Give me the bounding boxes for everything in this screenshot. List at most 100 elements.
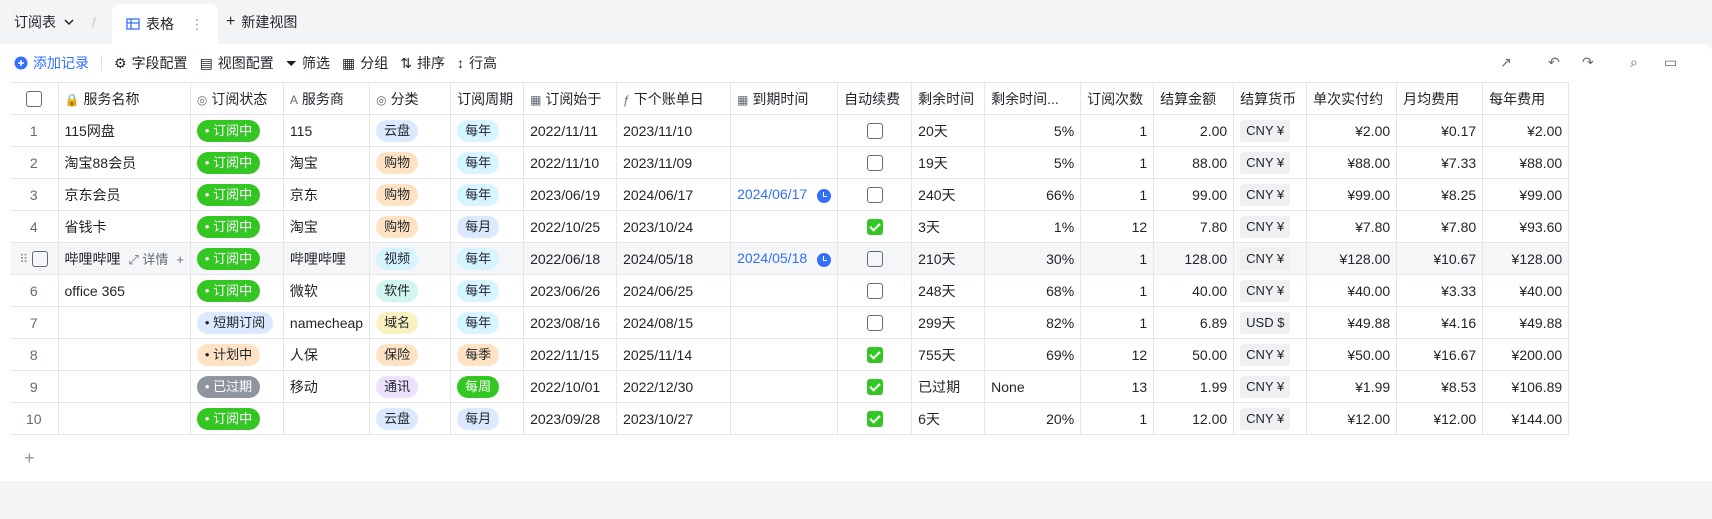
auto-renew-checkbox[interactable] xyxy=(866,379,883,396)
table-row[interactable]: 8 • 计划中 人保 保险 每季 2022/11/15 2025/11/14 7… xyxy=(10,338,1570,371)
category-cell[interactable]: 软件 xyxy=(369,274,452,307)
comment-icon[interactable]: ▭ xyxy=(1664,54,1682,72)
service-name-cell[interactable]: 京东会员 xyxy=(58,178,191,211)
row-index-cell[interactable]: ⠿ xyxy=(10,242,59,275)
status-cell[interactable]: • 短期订阅 xyxy=(190,306,284,339)
table-row[interactable]: 6 office 365 • 订阅中 微软 软件 每年 2023/06/26 2… xyxy=(10,274,1570,307)
row-index-cell[interactable]: 8 xyxy=(10,338,59,371)
yearly-cost-cell[interactable]: ¥128.00 xyxy=(1482,242,1570,275)
auto-renew-checkbox[interactable] xyxy=(866,155,883,172)
category-cell[interactable]: 购物 xyxy=(369,210,452,243)
once-price-cell[interactable]: ¥88.00 xyxy=(1306,146,1398,179)
amount-cell[interactable]: 12.00 xyxy=(1153,402,1235,435)
next-bill-cell[interactable]: 2023/11/09 xyxy=(616,146,732,179)
vendor-cell[interactable]: 淘宝 xyxy=(283,210,371,243)
monthly-cost-cell[interactable]: ¥7.33 xyxy=(1396,146,1484,179)
currency-cell[interactable]: CNY ¥ xyxy=(1233,370,1308,403)
once-price-cell[interactable]: ¥99.00 xyxy=(1306,178,1398,211)
currency-cell[interactable]: CNY ¥ xyxy=(1233,178,1308,211)
service-name-cell[interactable]: 淘宝88会员 xyxy=(58,146,191,179)
start-date-cell[interactable]: 2022/06/18 xyxy=(523,242,618,275)
auto-renew-checkbox[interactable] xyxy=(866,219,883,236)
column-header[interactable]: ▦ 到期时间 xyxy=(730,82,839,115)
drag-handle-icon[interactable]: ⠿ xyxy=(19,252,28,266)
auto-renew-cell[interactable] xyxy=(837,210,913,243)
once-price-cell[interactable]: ¥7.80 xyxy=(1306,210,1398,243)
group-button[interactable]: ▦ 分组 xyxy=(336,49,394,77)
remaining-percent-cell[interactable]: 20% xyxy=(984,402,1082,435)
monthly-cost-cell[interactable]: ¥4.16 xyxy=(1396,306,1484,339)
auto-renew-cell[interactable] xyxy=(837,338,913,371)
once-price-cell[interactable]: ¥1.99 xyxy=(1306,370,1398,403)
yearly-cost-cell[interactable]: ¥106.89 xyxy=(1482,370,1570,403)
remaining-percent-cell[interactable]: 82% xyxy=(984,306,1082,339)
yearly-cost-cell[interactable]: ¥2.00 xyxy=(1482,114,1570,147)
column-header[interactable]: 结算金额 xyxy=(1153,82,1235,115)
service-name-cell[interactable] xyxy=(58,402,191,435)
cycle-cell[interactable]: 每年 xyxy=(450,114,525,147)
row-checkbox[interactable] xyxy=(32,251,49,268)
undo-icon[interactable]: ↶ xyxy=(1548,54,1566,72)
cycle-cell[interactable]: 每年 xyxy=(450,178,525,211)
vendor-cell[interactable] xyxy=(283,402,371,435)
vendor-cell[interactable]: 淘宝 xyxy=(283,146,371,179)
search-icon[interactable]: ⌕ xyxy=(1630,54,1648,72)
amount-cell[interactable]: 7.80 xyxy=(1153,210,1235,243)
auto-renew-cell[interactable] xyxy=(837,402,913,435)
table-row[interactable]: ⠿ 哔哩哔哩 ⤢ 详情 + • 订阅中 哔哩哔哩 视频 每年 2022/06/1… xyxy=(10,242,1570,275)
remaining-percent-cell[interactable]: 66% xyxy=(984,178,1082,211)
once-price-cell[interactable]: ¥40.00 xyxy=(1306,274,1398,307)
times-cell[interactable]: 13 xyxy=(1080,370,1155,403)
column-header[interactable]: 剩余时间 xyxy=(911,82,986,115)
status-cell[interactable]: • 订阅中 xyxy=(190,178,284,211)
start-date-cell[interactable]: 2023/06/19 xyxy=(523,178,618,211)
times-cell[interactable]: 1 xyxy=(1080,146,1155,179)
column-header[interactable]: ▦ 订阅始于 xyxy=(523,82,618,115)
column-header[interactable]: 结算货币 xyxy=(1233,82,1308,115)
tab-grid-view[interactable]: 表格 ⋮ xyxy=(112,4,218,44)
amount-cell[interactable]: 6.89 xyxy=(1153,306,1235,339)
remaining-percent-cell[interactable]: 68% xyxy=(984,274,1082,307)
cycle-cell[interactable]: 每月 xyxy=(450,210,525,243)
next-bill-cell[interactable]: 2024/06/17 xyxy=(616,178,732,211)
remaining-time-cell[interactable]: 已过期 xyxy=(911,370,986,403)
remaining-percent-cell[interactable]: 1% xyxy=(984,210,1082,243)
remaining-percent-cell[interactable]: None xyxy=(984,370,1082,403)
column-header[interactable]: 剩余时间... xyxy=(984,82,1082,115)
more-icon[interactable]: ⋮ xyxy=(190,16,204,33)
view-config-button[interactable]: ▤ 视图配置 xyxy=(194,49,280,77)
times-cell[interactable]: 1 xyxy=(1080,306,1155,339)
status-cell[interactable]: • 订阅中 xyxy=(190,242,284,275)
next-bill-cell[interactable]: 2025/11/14 xyxy=(616,338,732,371)
times-cell[interactable]: 12 xyxy=(1080,210,1155,243)
status-cell[interactable]: • 订阅中 xyxy=(190,114,284,147)
column-header[interactable]: A 服务商 xyxy=(283,82,371,115)
status-cell[interactable]: • 计划中 xyxy=(190,338,284,371)
table-row[interactable]: 3 京东会员 • 订阅中 京东 购物 每年 2023/06/19 2024/06… xyxy=(10,178,1570,211)
table-row[interactable]: 4 省钱卡 • 订阅中 淘宝 购物 每月 2022/10/25 2023/10/… xyxy=(10,210,1570,243)
monthly-cost-cell[interactable]: ¥16.67 xyxy=(1396,338,1484,371)
currency-cell[interactable]: CNY ¥ xyxy=(1233,114,1308,147)
expire-cell[interactable] xyxy=(730,402,839,435)
yearly-cost-cell[interactable]: ¥93.60 xyxy=(1482,210,1570,243)
expand-detail-button[interactable]: ⤢ 详情 xyxy=(128,252,168,267)
column-header[interactable]: 每年费用 xyxy=(1482,82,1570,115)
vendor-cell[interactable]: 移动 xyxy=(283,370,371,403)
cycle-cell[interactable]: 每周 xyxy=(450,370,525,403)
remaining-time-cell[interactable]: 248天 xyxy=(911,274,986,307)
status-cell[interactable]: • 订阅中 xyxy=(190,146,284,179)
amount-cell[interactable]: 2.00 xyxy=(1153,114,1235,147)
row-index-cell[interactable]: 2 xyxy=(10,146,59,179)
currency-cell[interactable]: USD $ xyxy=(1233,306,1308,339)
add-row-button[interactable]: + xyxy=(24,448,35,469)
auto-renew-cell[interactable] xyxy=(837,114,913,147)
times-cell[interactable]: 1 xyxy=(1080,114,1155,147)
row-index-cell[interactable]: 4 xyxy=(10,210,59,243)
remaining-time-cell[interactable]: 755天 xyxy=(911,338,986,371)
cycle-cell[interactable]: 每季 xyxy=(450,338,525,371)
auto-renew-cell[interactable] xyxy=(837,306,913,339)
status-cell[interactable]: • 已过期 xyxy=(190,370,284,403)
currency-cell[interactable]: CNY ¥ xyxy=(1233,210,1308,243)
expire-cell[interactable] xyxy=(730,338,839,371)
auto-renew-checkbox[interactable] xyxy=(866,123,883,140)
